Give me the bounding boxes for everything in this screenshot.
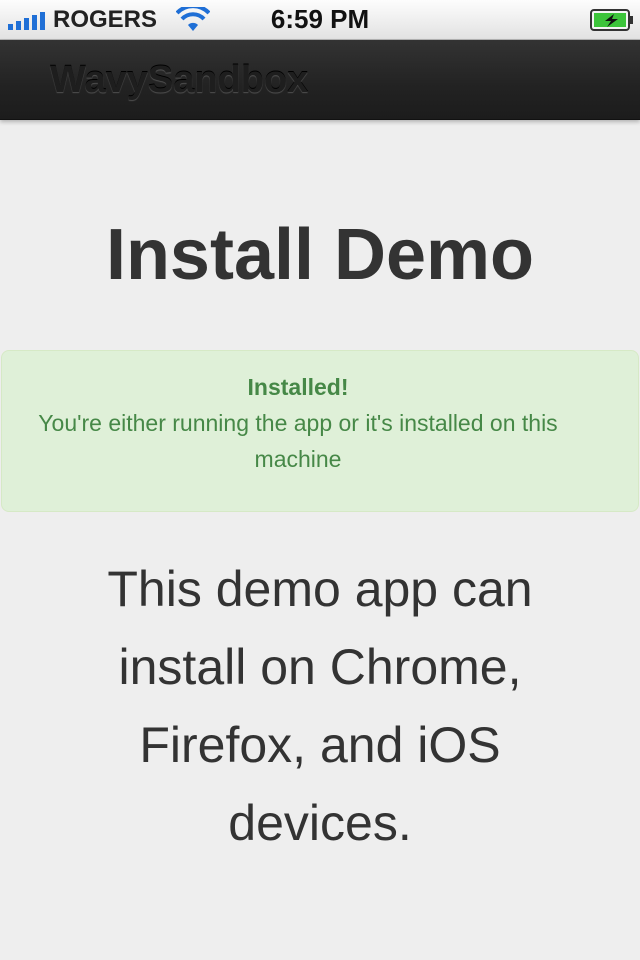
- alert-title: Installed!: [247, 374, 349, 400]
- success-alert: Installed! You're either running the app…: [1, 350, 639, 512]
- navbar: WavySandbox: [0, 40, 640, 120]
- alert-message: You're either running the app or it's in…: [38, 410, 558, 472]
- page-title: Install Demo: [105, 215, 535, 295]
- status-bar: ROGERS 6:59 PM: [0, 0, 640, 40]
- brand-link[interactable]: WavySandbox: [50, 58, 308, 102]
- description-text: This demo app can install on Chrome, Fir…: [107, 561, 533, 851]
- clock: 6:59 PM: [270, 4, 370, 34]
- battery-charging-icon: [590, 9, 633, 31]
